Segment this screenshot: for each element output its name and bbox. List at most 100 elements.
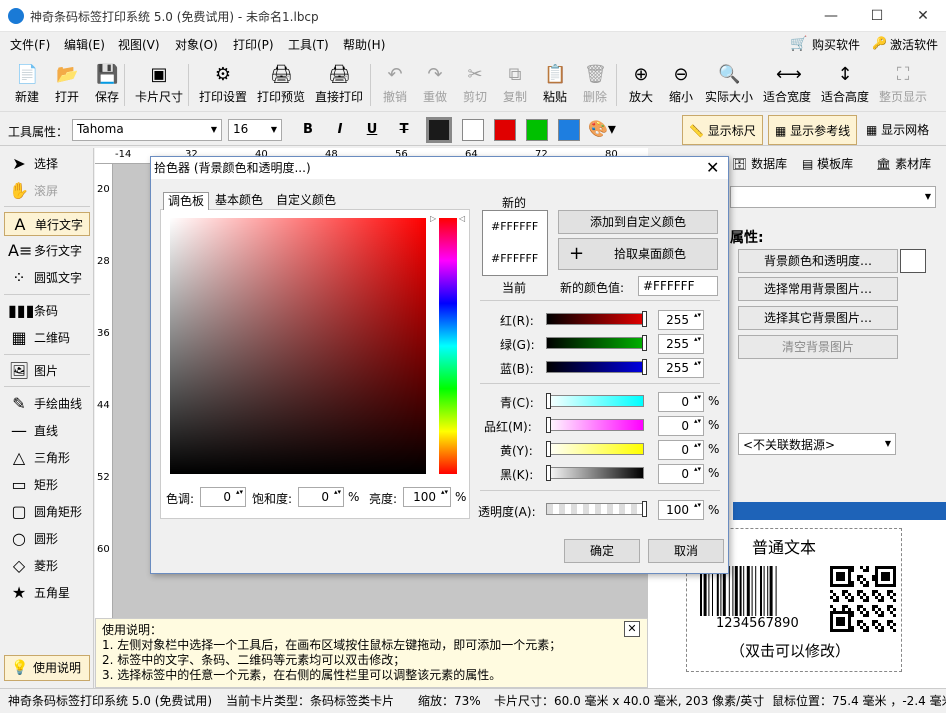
minimize-button[interactable]: — [808, 0, 854, 32]
channel-slider[interactable] [546, 419, 644, 431]
toolbar-open-button[interactable]: 📂 打开 [50, 60, 84, 110]
toolbar-fit-height-button[interactable]: ↕ 适合高度 [818, 60, 872, 110]
channel-slider[interactable] [546, 395, 644, 407]
toolbar-actual-size-button[interactable]: 🔍 实际大小 [702, 60, 756, 110]
channel-input[interactable]: 0 [658, 392, 704, 412]
toolbar-fit-width-button[interactable]: ⟷ 适合宽度 [760, 60, 814, 110]
toolbar-card-size-button[interactable]: ▣ 卡片尺寸 [132, 60, 186, 110]
maximize-button[interactable]: ☐ [854, 0, 900, 32]
saturation-input[interactable]: 0 [298, 487, 344, 507]
underline-button[interactable]: U [360, 119, 384, 141]
color-red-swatch[interactable] [494, 119, 516, 141]
channel-thumb[interactable] [642, 359, 647, 375]
channel-input[interactable]: 255 [658, 334, 704, 354]
add-custom-color-button[interactable]: 添加到自定义颜色 [558, 210, 718, 234]
toolbar-zoom-out-button[interactable]: ⊖ 缩小 [664, 60, 698, 110]
color-wheel-icon[interactable]: 🎨▾ [588, 119, 618, 141]
help-close-button[interactable]: ✕ [624, 621, 640, 637]
channel-slider[interactable] [546, 337, 644, 349]
toolbar-undo-button[interactable]: ↶ 撤销 [378, 60, 412, 110]
ok-button[interactable]: 确定 [564, 539, 640, 563]
menu-item[interactable]: 打印(P) [233, 36, 274, 53]
toolbar-copy-button[interactable]: ⧉ 复制 [498, 60, 532, 110]
toolbar-paste-button[interactable]: 📋 粘贴 [538, 60, 572, 110]
show-guides-toggle[interactable]: ▦ 显示参考线 [768, 115, 858, 145]
toolbar-fit-page-button[interactable]: ⛶ 整页显示 [876, 60, 930, 110]
alpha-thumb[interactable] [642, 501, 647, 517]
toolbar-save-button[interactable]: 💾 保存 [90, 60, 124, 110]
channel-input[interactable]: 0 [658, 416, 704, 436]
hue-input[interactable]: 0 [200, 487, 246, 507]
object-select[interactable]: ▼ [730, 186, 936, 208]
tool-barcode[interactable]: ▮▮▮ 条码 [4, 299, 58, 323]
tool-rounded-rect[interactable]: ▢ 圆角矩形 [4, 500, 82, 524]
tool-arc-text[interactable]: ⁘ 圆弧文字 [4, 266, 82, 290]
menu-item[interactable]: 文件(F) [10, 36, 50, 53]
channel-input[interactable]: 0 [658, 440, 704, 460]
tab-palette[interactable]: 调色板 [163, 192, 210, 210]
channel-thumb[interactable] [642, 335, 647, 351]
color-blue-swatch[interactable] [558, 119, 580, 141]
close-window-button[interactable]: ✕ [900, 0, 946, 32]
brightness-input[interactable]: 100 [403, 487, 451, 507]
datasource-select[interactable]: <不关联数据源> ▼ [738, 433, 896, 455]
tab-basic-colors[interactable]: 基本颜色 [211, 192, 267, 210]
tool-triangle[interactable]: △ 三角形 [4, 446, 70, 470]
channel-thumb[interactable] [546, 465, 551, 481]
tool-qrcode[interactable]: ▦ 二维码 [4, 326, 70, 350]
channel-slider[interactable] [546, 443, 644, 455]
color-black-swatch[interactable] [426, 117, 452, 143]
toolbar-zoom-in-button[interactable]: ⊕ 放大 [624, 60, 658, 110]
tool-line[interactable]: — 直线 [4, 419, 58, 443]
show-grid-toggle[interactable]: ▦ 显示网格 [866, 121, 929, 138]
activate-software-link[interactable]: 激活软件 [890, 36, 938, 53]
font-family-select[interactable]: Tahoma ▼ [72, 119, 222, 141]
color-green-swatch[interactable] [526, 119, 548, 141]
dialog-close-button[interactable]: ✕ [706, 158, 719, 177]
bold-button[interactable]: B [296, 119, 320, 141]
tool-circle[interactable]: ○ 圆形 [4, 527, 58, 551]
channel-input[interactable]: 255 [658, 310, 704, 330]
tab-materials[interactable]: 🏛 素材库 [876, 150, 931, 178]
pick-screen-color-button[interactable]: + 拾取桌面颜色 [558, 238, 718, 270]
hue-slider[interactable] [439, 218, 457, 474]
tab-templates[interactable]: ▤ 模板库 [802, 150, 853, 178]
italic-button[interactable]: I [328, 119, 352, 141]
channel-input[interactable]: 255 [658, 358, 704, 378]
channel-input[interactable]: 0 [658, 464, 704, 484]
help-button[interactable]: 💡 使用说明 [4, 655, 90, 681]
tool-single-text[interactable]: A 单行文字 [4, 212, 90, 236]
alpha-slider[interactable] [546, 503, 644, 515]
channel-slider[interactable] [546, 467, 644, 479]
saturation-brightness-field[interactable] [170, 218, 426, 474]
tool-star[interactable]: ★ 五角星 [4, 581, 70, 605]
clear-bg-image-button[interactable]: 清空背景图片 [738, 335, 898, 359]
menu-item[interactable]: 工具(T) [288, 36, 329, 53]
menu-item[interactable]: 帮助(H) [343, 36, 385, 53]
toolbar-redo-button[interactable]: ↷ 重做 [418, 60, 452, 110]
channel-slider[interactable] [546, 313, 644, 325]
toolbar-print-settings-button[interactable]: ⚙ 打印设置 [196, 60, 250, 110]
channel-thumb[interactable] [546, 417, 551, 433]
channel-thumb[interactable] [642, 311, 647, 327]
channel-slider[interactable] [546, 361, 644, 373]
color-white-swatch[interactable] [462, 119, 484, 141]
tool-pointer[interactable]: ➤ 选择 [4, 152, 58, 176]
tool-diamond[interactable]: ◇ 菱形 [4, 554, 58, 578]
hex-input[interactable]: #FFFFFF [638, 276, 718, 296]
tool-multi-text[interactable]: A≡ 多行文字 [4, 239, 82, 263]
menu-item[interactable]: 视图(V) [118, 36, 160, 53]
channel-thumb[interactable] [546, 393, 551, 409]
tab-database[interactable]: 🗄 数据库 [732, 150, 787, 178]
toolbar-print-preview-button[interactable]: 🖨 打印预览 [254, 60, 308, 110]
tool-rectangle[interactable]: ▭ 矩形 [4, 473, 58, 497]
tool-image[interactable]: 🖼 图片 [4, 359, 58, 383]
toolbar-delete-button[interactable]: 🗑 删除 [578, 60, 612, 110]
show-ruler-toggle[interactable]: 📏 显示标尺 [682, 115, 763, 145]
bg-color-button[interactable]: 背景颜色和透明度… [738, 249, 898, 273]
channel-thumb[interactable] [546, 441, 551, 457]
other-bg-image-button[interactable]: 选择其它背景图片… [738, 306, 898, 330]
tab-custom-colors[interactable]: 自定义颜色 [272, 192, 340, 210]
tool-hand[interactable]: ✋ 滚屏 [4, 179, 58, 203]
menu-item[interactable]: 编辑(E) [64, 36, 105, 53]
